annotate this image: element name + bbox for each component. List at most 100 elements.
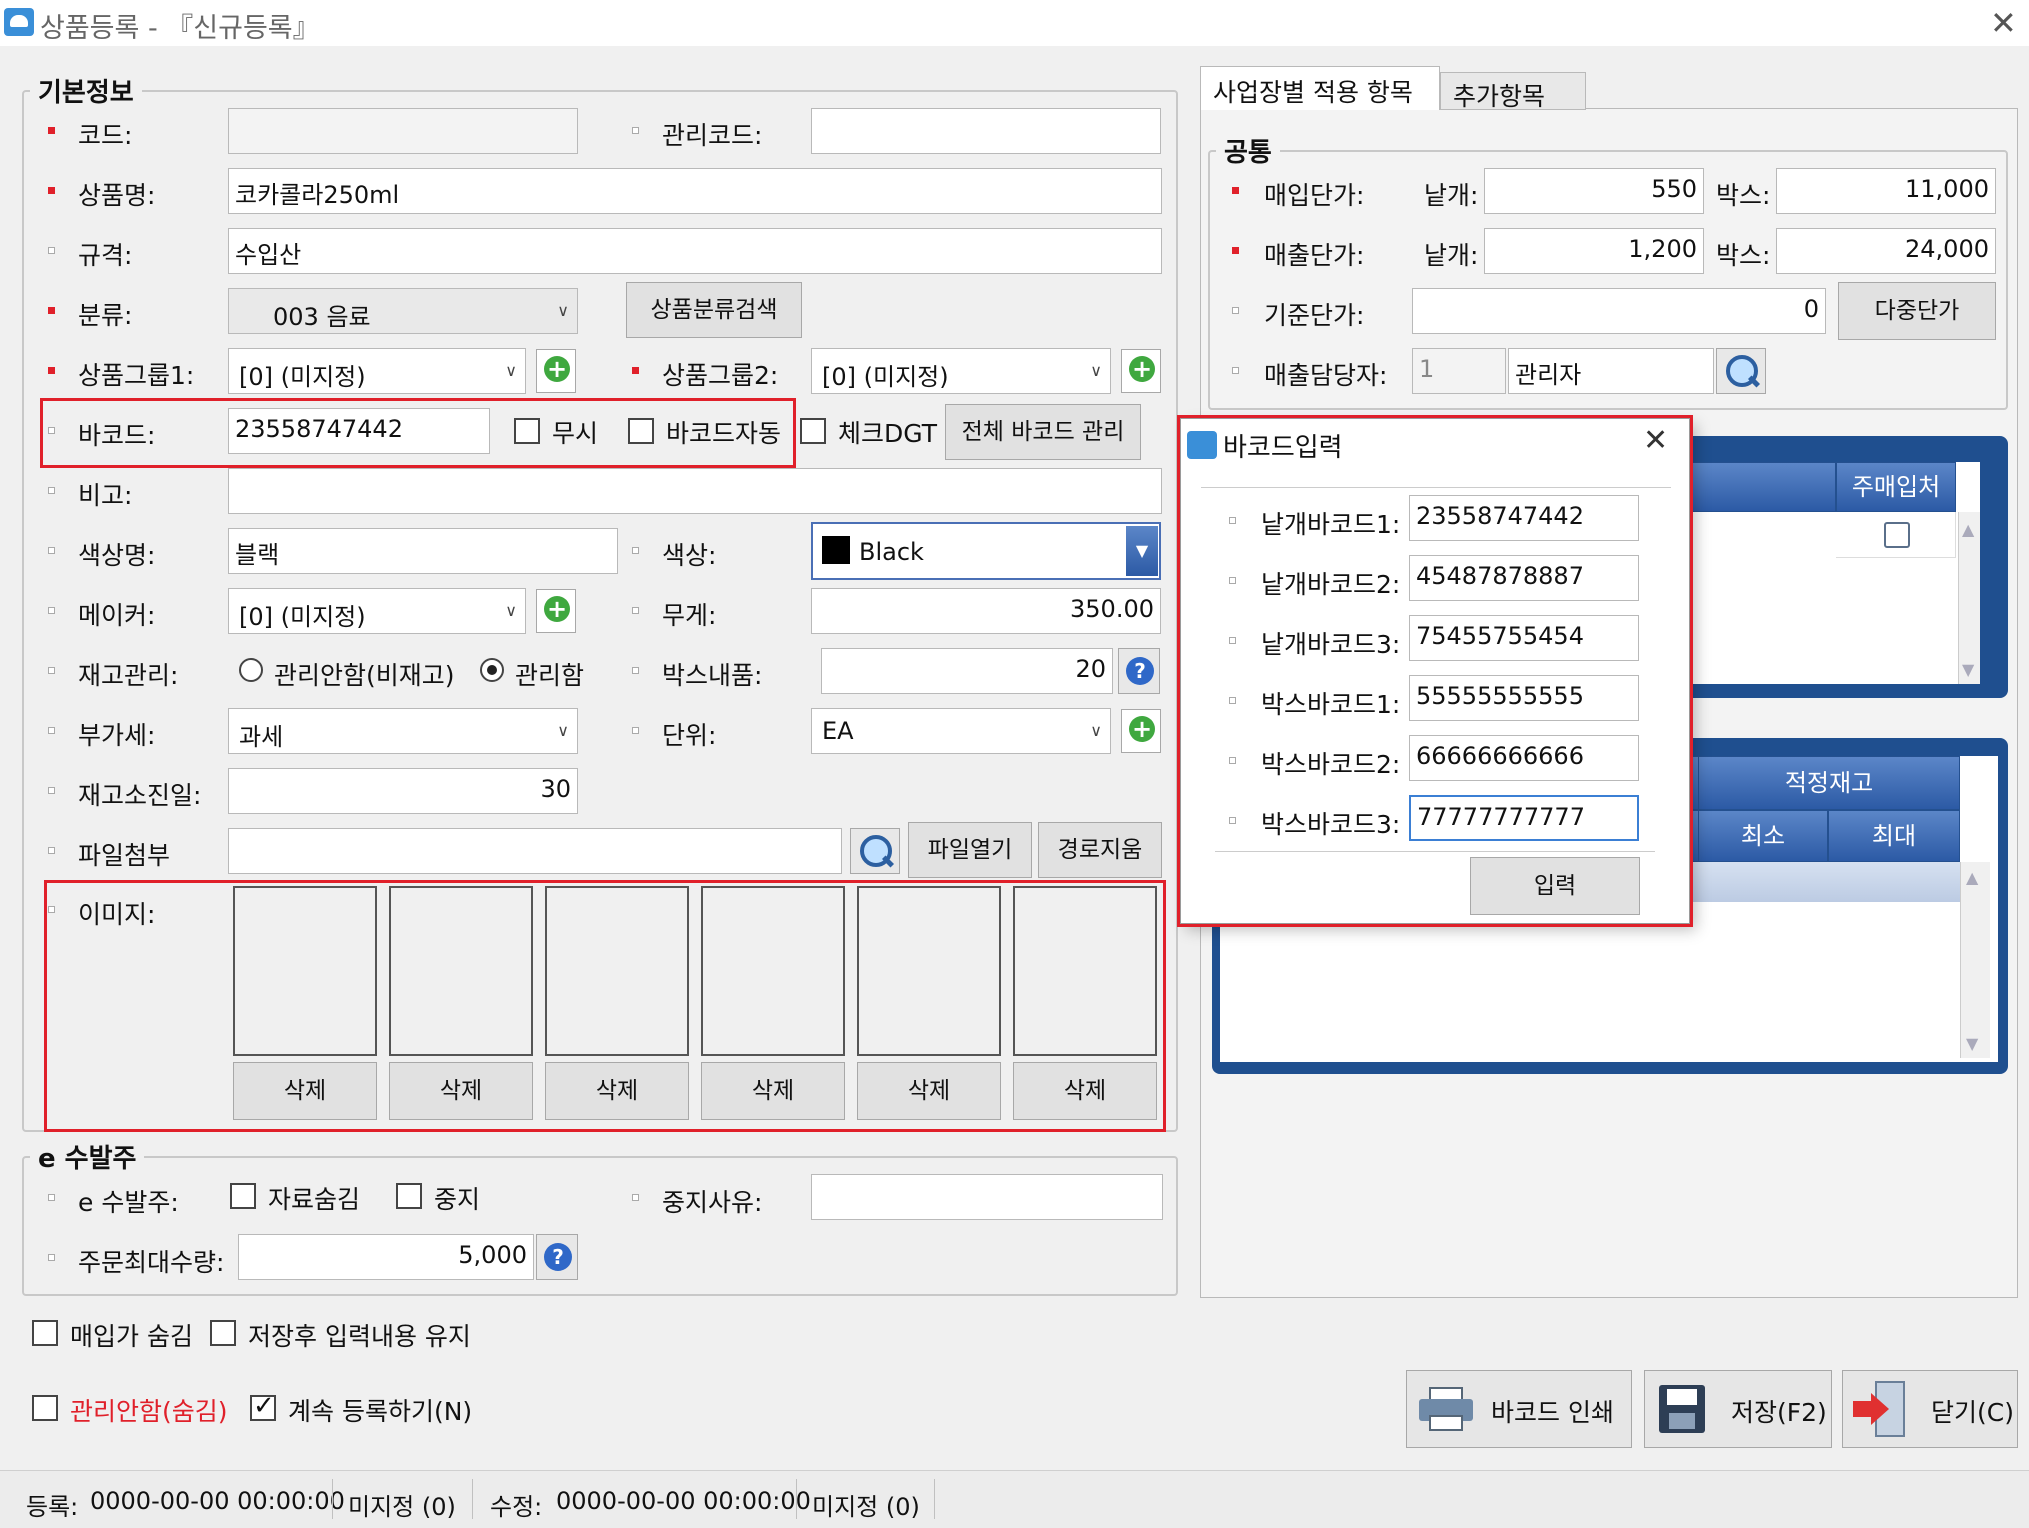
barcode-input[interactable]: 23558747442	[228, 408, 490, 454]
group1-select[interactable]: [0] (미지정) ∨	[228, 348, 526, 394]
add-icon[interactable]	[536, 589, 576, 633]
buy-box-input[interactable]: 11,000	[1776, 168, 1996, 214]
save-icon	[1659, 1385, 1705, 1433]
delete-image-button[interactable]: 삭제	[389, 1062, 533, 1120]
max-qty-input[interactable]: 5,000	[238, 1234, 534, 1280]
sales-rep-code[interactable]: 1	[1412, 348, 1506, 394]
delete-image-button[interactable]: 삭제	[857, 1062, 1001, 1120]
spec-input[interactable]: 수입산	[228, 228, 1162, 274]
search-icon[interactable]	[1716, 348, 1766, 394]
unit-select[interactable]: EA ∨	[811, 708, 1111, 754]
sell-each-input[interactable]: 1,200	[1484, 228, 1704, 274]
category-search-button[interactable]: 상품분류검색	[626, 282, 802, 338]
ignore-checkbox[interactable]	[514, 418, 540, 444]
deplete-input[interactable]: 30	[228, 768, 578, 814]
min-header[interactable]: 최소	[1698, 810, 1828, 862]
vat-select[interactable]: 과세 ∨	[228, 708, 578, 754]
multi-price-button[interactable]: 다중단가	[1838, 282, 1996, 340]
mod-label: 수정:	[490, 1493, 543, 1521]
image-slot[interactable]	[545, 886, 689, 1056]
file-open-button[interactable]: 파일열기	[908, 822, 1032, 878]
image-slot[interactable]	[857, 886, 1001, 1056]
no-manage-hide-checkbox[interactable]	[32, 1395, 58, 1421]
scrollbar[interactable]	[1960, 862, 1990, 1058]
delete-image-button[interactable]: 삭제	[701, 1062, 845, 1120]
max-header[interactable]: 최대	[1828, 810, 1960, 862]
tab-site-items[interactable]: 사업장별 적용 항목	[1200, 66, 1440, 110]
help-icon[interactable]	[536, 1234, 578, 1280]
common-legend: 공통	[1224, 138, 1272, 168]
maker-select[interactable]: [0] (미지정) ∨	[228, 588, 526, 634]
scroll-up-icon[interactable]: ▲	[1966, 868, 1978, 887]
buy-each-label: 낱개:	[1424, 181, 1479, 210]
file-input[interactable]	[228, 828, 842, 874]
stock-no-manage-radio[interactable]	[239, 658, 263, 682]
optional-marker	[48, 547, 55, 554]
add-icon[interactable]	[1121, 349, 1161, 393]
eorder-stop-checkbox[interactable]	[396, 1183, 422, 1209]
image-label: 이미지:	[78, 900, 156, 929]
scroll-down-icon[interactable]: ▼	[1962, 660, 1974, 679]
color-select[interactable]: Black	[811, 522, 1161, 580]
delete-image-button[interactable]: 삭제	[233, 1062, 377, 1120]
barcode-print-button[interactable]: 바코드 인쇄	[1406, 1370, 1632, 1448]
optional-marker	[48, 727, 55, 734]
stock-no-manage-label: 관리안함(비재고)	[274, 661, 455, 690]
optional-marker	[48, 847, 55, 854]
note-input[interactable]	[228, 468, 1162, 514]
group1-value: [0] (미지정)	[239, 363, 366, 391]
sell-box-input[interactable]: 24,000	[1776, 228, 1996, 274]
vat-value: 과세	[239, 723, 284, 751]
group2-select[interactable]: [0] (미지정) ∨	[811, 348, 1111, 394]
basic-info-legend: 기본정보	[38, 78, 134, 108]
name-input[interactable]: 코카콜라250ml	[228, 168, 1162, 214]
scroll-down-icon[interactable]: ▼	[1966, 1034, 1978, 1053]
color-name-input[interactable]: 블랙	[228, 528, 618, 574]
sales-rep-name[interactable]: 관리자	[1508, 348, 1714, 394]
close-button[interactable]: 닫기(C)	[1842, 1370, 2018, 1448]
delete-image-button[interactable]: 삭제	[545, 1062, 689, 1120]
add-icon[interactable]	[536, 349, 576, 393]
keep-input-checkbox[interactable]	[210, 1320, 236, 1346]
continue-reg-checkbox[interactable]	[250, 1391, 276, 1421]
reg-label: 등록:	[26, 1493, 79, 1521]
stop-reason-input[interactable]	[811, 1174, 1163, 1220]
image-slot[interactable]	[233, 886, 377, 1056]
code-input[interactable]	[228, 108, 578, 154]
group2-label: 상품그룹2:	[662, 361, 779, 390]
max-qty-label: 주문최대수량:	[78, 1248, 225, 1277]
optional-marker	[48, 1194, 55, 1201]
scroll-up-icon[interactable]: ▲	[1962, 520, 1974, 539]
tab-additional[interactable]: 추가항목	[1440, 72, 1586, 111]
mgmt-code-input[interactable]	[811, 108, 1161, 154]
main-supplier-checkbox[interactable]	[1884, 522, 1910, 548]
auto-barcode-checkbox[interactable]	[628, 418, 654, 444]
add-icon[interactable]	[1121, 709, 1161, 753]
check-dgt-checkbox[interactable]	[800, 418, 826, 444]
all-barcode-button[interactable]: 전체 바코드 관리	[945, 404, 1141, 460]
buy-each-input[interactable]: 550	[1484, 168, 1704, 214]
path-clear-button[interactable]: 경로지움	[1038, 822, 1162, 878]
save-button[interactable]: 저장(F2)	[1644, 1370, 1832, 1448]
main-supplier-header[interactable]: 주매입처	[1836, 462, 1956, 512]
image-slot[interactable]	[701, 886, 845, 1056]
sell-each-label: 낱개:	[1424, 241, 1479, 270]
help-icon[interactable]	[1118, 648, 1160, 694]
note-label: 비고:	[78, 481, 133, 510]
eorder-hide-checkbox[interactable]	[230, 1183, 256, 1209]
delete-image-button[interactable]: 삭제	[1013, 1062, 1157, 1120]
close-icon[interactable]: ✕	[1990, 4, 2017, 42]
image-slot[interactable]	[1013, 886, 1157, 1056]
chevron-down-icon[interactable]: ▼	[1126, 526, 1158, 576]
hide-purchase-checkbox[interactable]	[32, 1320, 58, 1346]
box-qty-input[interactable]: 20	[821, 648, 1113, 694]
stock-manage-label: 관리함	[515, 661, 585, 690]
required-marker	[1232, 187, 1239, 194]
weight-input[interactable]: 350.00	[811, 588, 1161, 634]
required-marker	[1232, 247, 1239, 254]
stock-manage-radio[interactable]	[480, 658, 504, 682]
search-icon[interactable]	[850, 828, 900, 874]
image-slot[interactable]	[389, 886, 533, 1056]
category-select[interactable]: 003 음료 ∨	[228, 288, 578, 334]
base-price-input[interactable]: 0	[1412, 288, 1826, 334]
